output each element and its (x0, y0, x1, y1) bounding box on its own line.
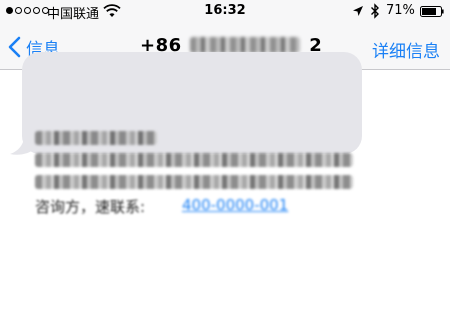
redacted-text-line (35, 131, 157, 145)
redacted-number (190, 37, 301, 53)
phone-number-link[interactable]: 400-0000-001 (182, 196, 302, 214)
battery-percent: 71% (386, 3, 415, 18)
location-icon (353, 6, 363, 16)
status-time: 16:32 (204, 3, 246, 18)
status-bar: 中国联通 16:32 71% (0, 0, 450, 24)
chevron-left-icon (8, 36, 21, 58)
redacted-text-line (35, 153, 353, 167)
message-last-line: 咨询方，速联系: (35, 198, 146, 216)
battery-icon (420, 6, 444, 17)
redacted-text-line (35, 175, 353, 189)
bluetooth-icon (371, 3, 379, 19)
details-button[interactable]: 详细信息 (372, 37, 440, 62)
messages-screen: 中国联通 16:32 71% 信息 +86 2 详细信息 咨询方，速联系: 40… (0, 0, 450, 322)
